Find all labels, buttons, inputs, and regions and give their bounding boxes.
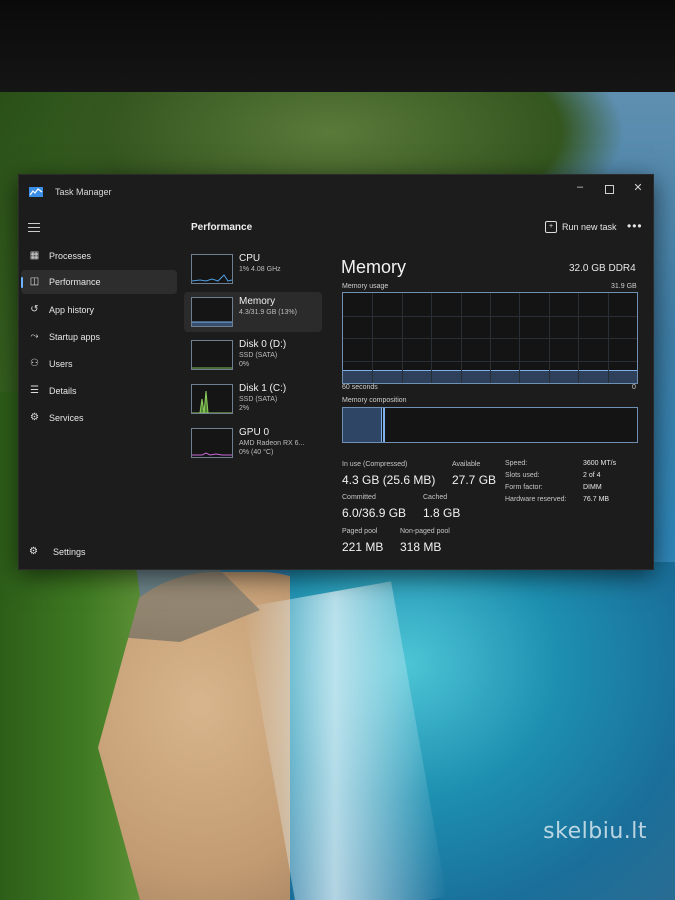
startup-apps-icon: ⤳ bbox=[30, 331, 39, 342]
disk-1-thumbnail-graph bbox=[191, 384, 233, 414]
graph-time-right: 0 bbox=[632, 384, 636, 391]
window-title: Task Manager bbox=[55, 187, 112, 197]
gpu-thumbnail-graph bbox=[191, 428, 233, 458]
run-new-task-label: Run new task bbox=[562, 222, 617, 232]
monitor-bezel bbox=[0, 0, 675, 92]
resource-detail: 4.3/31.9 GB (13%) bbox=[239, 309, 297, 316]
sidebar-item-label: Users bbox=[49, 359, 73, 369]
maximize-button[interactable] bbox=[598, 181, 620, 199]
sidebar-item-performance[interactable]: ◫ Performance bbox=[21, 270, 177, 294]
processes-icon: ▦ bbox=[29, 250, 40, 261]
memory-composition-label: Memory composition bbox=[342, 397, 407, 404]
resource-name: Memory bbox=[239, 296, 276, 307]
speed-key: Speed: bbox=[505, 460, 528, 467]
graph-gridline bbox=[343, 315, 637, 317]
cached-label: Cached bbox=[423, 494, 448, 501]
resource-detail: SSD (SATA) bbox=[239, 352, 278, 359]
task-manager-icon bbox=[29, 187, 43, 197]
memory-thumbnail-graph bbox=[191, 297, 233, 327]
disk-0-thumbnail-graph bbox=[191, 340, 233, 370]
slots-used-value: 2 of 4 bbox=[583, 472, 601, 479]
sidebar-item-app-history[interactable]: ↺ App history bbox=[21, 298, 177, 322]
resource-usage: 0% bbox=[239, 361, 250, 368]
in-use-value: 4.3 GB (25.6 MB) bbox=[342, 473, 436, 487]
resource-detail: SSD (SATA) bbox=[239, 396, 278, 403]
resource-item-gpu-0[interactable]: GPU 0 AMD Radeon RX 6... 0% (40 °C) bbox=[184, 423, 322, 463]
resource-detail: AMD Radeon RX 6... bbox=[239, 440, 305, 447]
resource-detail: 1% 4.08 GHz bbox=[239, 266, 281, 273]
details-icon: ☰ bbox=[30, 385, 39, 396]
committed-value: 6.0/36.9 GB bbox=[342, 506, 407, 520]
available-label: Available bbox=[452, 461, 481, 468]
memory-total: 32.0 GB DDR4 bbox=[569, 263, 636, 274]
available-value: 27.7 GB bbox=[452, 473, 497, 487]
non-paged-pool-label: Non-paged pool bbox=[400, 528, 450, 535]
resource-usage: 2% bbox=[239, 405, 250, 412]
graph-time-left: 60 seconds bbox=[342, 384, 378, 391]
more-options-button[interactable]: ••• bbox=[627, 219, 643, 233]
hamburger-menu-icon[interactable] bbox=[28, 223, 40, 235]
in-use-label: In use (Compressed) bbox=[342, 461, 408, 468]
memory-composition-bar bbox=[342, 407, 638, 443]
speed-value: 3600 MT/s bbox=[583, 460, 617, 467]
form-factor-key: Form factor: bbox=[505, 484, 543, 491]
close-button[interactable]: ✕ bbox=[627, 181, 649, 199]
sidebar-item-label: Startup apps bbox=[49, 332, 101, 342]
resource-name: CPU bbox=[239, 253, 261, 264]
resource-name: Disk 0 (D:) bbox=[239, 339, 287, 350]
paged-pool-label: Paged pool bbox=[342, 528, 378, 535]
paged-pool-value: 221 MB bbox=[342, 540, 384, 554]
app-history-icon: ↺ bbox=[30, 304, 39, 315]
slots-used-key: Slots used: bbox=[505, 472, 540, 479]
hardware-reserved-value: 76.7 MB bbox=[583, 496, 610, 503]
resource-item-memory[interactable]: Memory 4.3/31.9 GB (13%) bbox=[184, 292, 322, 332]
gear-icon: ⚙ bbox=[29, 546, 38, 557]
sidebar-item-users[interactable]: ⚇ Users bbox=[21, 352, 177, 376]
memory-title: Memory bbox=[341, 257, 407, 277]
sidebar-item-processes[interactable]: ▦ Processes bbox=[21, 244, 177, 268]
page-title: Performance bbox=[191, 222, 253, 233]
resource-item-cpu[interactable]: CPU 1% 4.08 GHz bbox=[184, 249, 322, 289]
resource-name: GPU 0 bbox=[239, 427, 270, 438]
performance-icon: ◫ bbox=[29, 276, 40, 287]
sidebar: ▦ Processes ◫ Performance ↺ App history … bbox=[19, 209, 181, 569]
resource-name: Disk 1 (C:) bbox=[239, 383, 287, 394]
cpu-thumbnail-graph bbox=[191, 254, 233, 284]
committed-label: Committed bbox=[342, 494, 376, 501]
minimize-button[interactable]: – bbox=[569, 181, 591, 199]
memory-usage-max: 31.9 GB bbox=[611, 283, 637, 290]
users-icon: ⚇ bbox=[30, 358, 39, 369]
non-paged-pool-value: 318 MB bbox=[400, 540, 442, 554]
form-factor-value: DIMM bbox=[583, 484, 602, 491]
task-manager-window: Task Manager – ✕ ▦ Processes ◫ Performan… bbox=[18, 174, 654, 570]
sidebar-item-label: Processes bbox=[49, 251, 92, 261]
memory-in-use-segment bbox=[343, 408, 382, 442]
settings-label: Settings bbox=[53, 547, 86, 557]
watermark: skelbiu.lt bbox=[543, 819, 647, 844]
memory-usage-graph bbox=[342, 292, 638, 384]
run-new-task-button[interactable]: + Run new task bbox=[539, 217, 621, 237]
services-icon: ⚙ bbox=[30, 412, 39, 423]
graph-gridline bbox=[343, 338, 637, 339]
cached-value: 1.8 GB bbox=[423, 506, 461, 520]
sidebar-item-label: Services bbox=[49, 413, 84, 423]
memory-modified-segment bbox=[383, 408, 385, 442]
sidebar-item-services[interactable]: ⚙ Services bbox=[21, 406, 177, 430]
sidebar-item-label: App history bbox=[49, 305, 95, 315]
sidebar-item-label: Details bbox=[49, 386, 77, 396]
run-task-icon: + bbox=[545, 221, 557, 233]
maximize-icon bbox=[604, 185, 614, 194]
resource-item-disk-0[interactable]: Disk 0 (D:) SSD (SATA) 0% bbox=[184, 335, 322, 375]
resource-item-disk-1[interactable]: Disk 1 (C:) SSD (SATA) 2% bbox=[184, 379, 322, 419]
memory-usage-label: Memory usage bbox=[342, 283, 389, 290]
graph-gridline bbox=[343, 360, 637, 362]
sidebar-item-label: Performance bbox=[49, 277, 101, 287]
hardware-reserved-key: Hardware reserved: bbox=[505, 496, 567, 503]
title-bar[interactable]: Task Manager – ✕ bbox=[19, 175, 653, 209]
resource-usage: 0% (40 °C) bbox=[239, 449, 274, 456]
sidebar-item-details[interactable]: ☰ Details bbox=[21, 379, 177, 403]
sidebar-item-startup-apps[interactable]: ⤳ Startup apps bbox=[21, 325, 177, 349]
